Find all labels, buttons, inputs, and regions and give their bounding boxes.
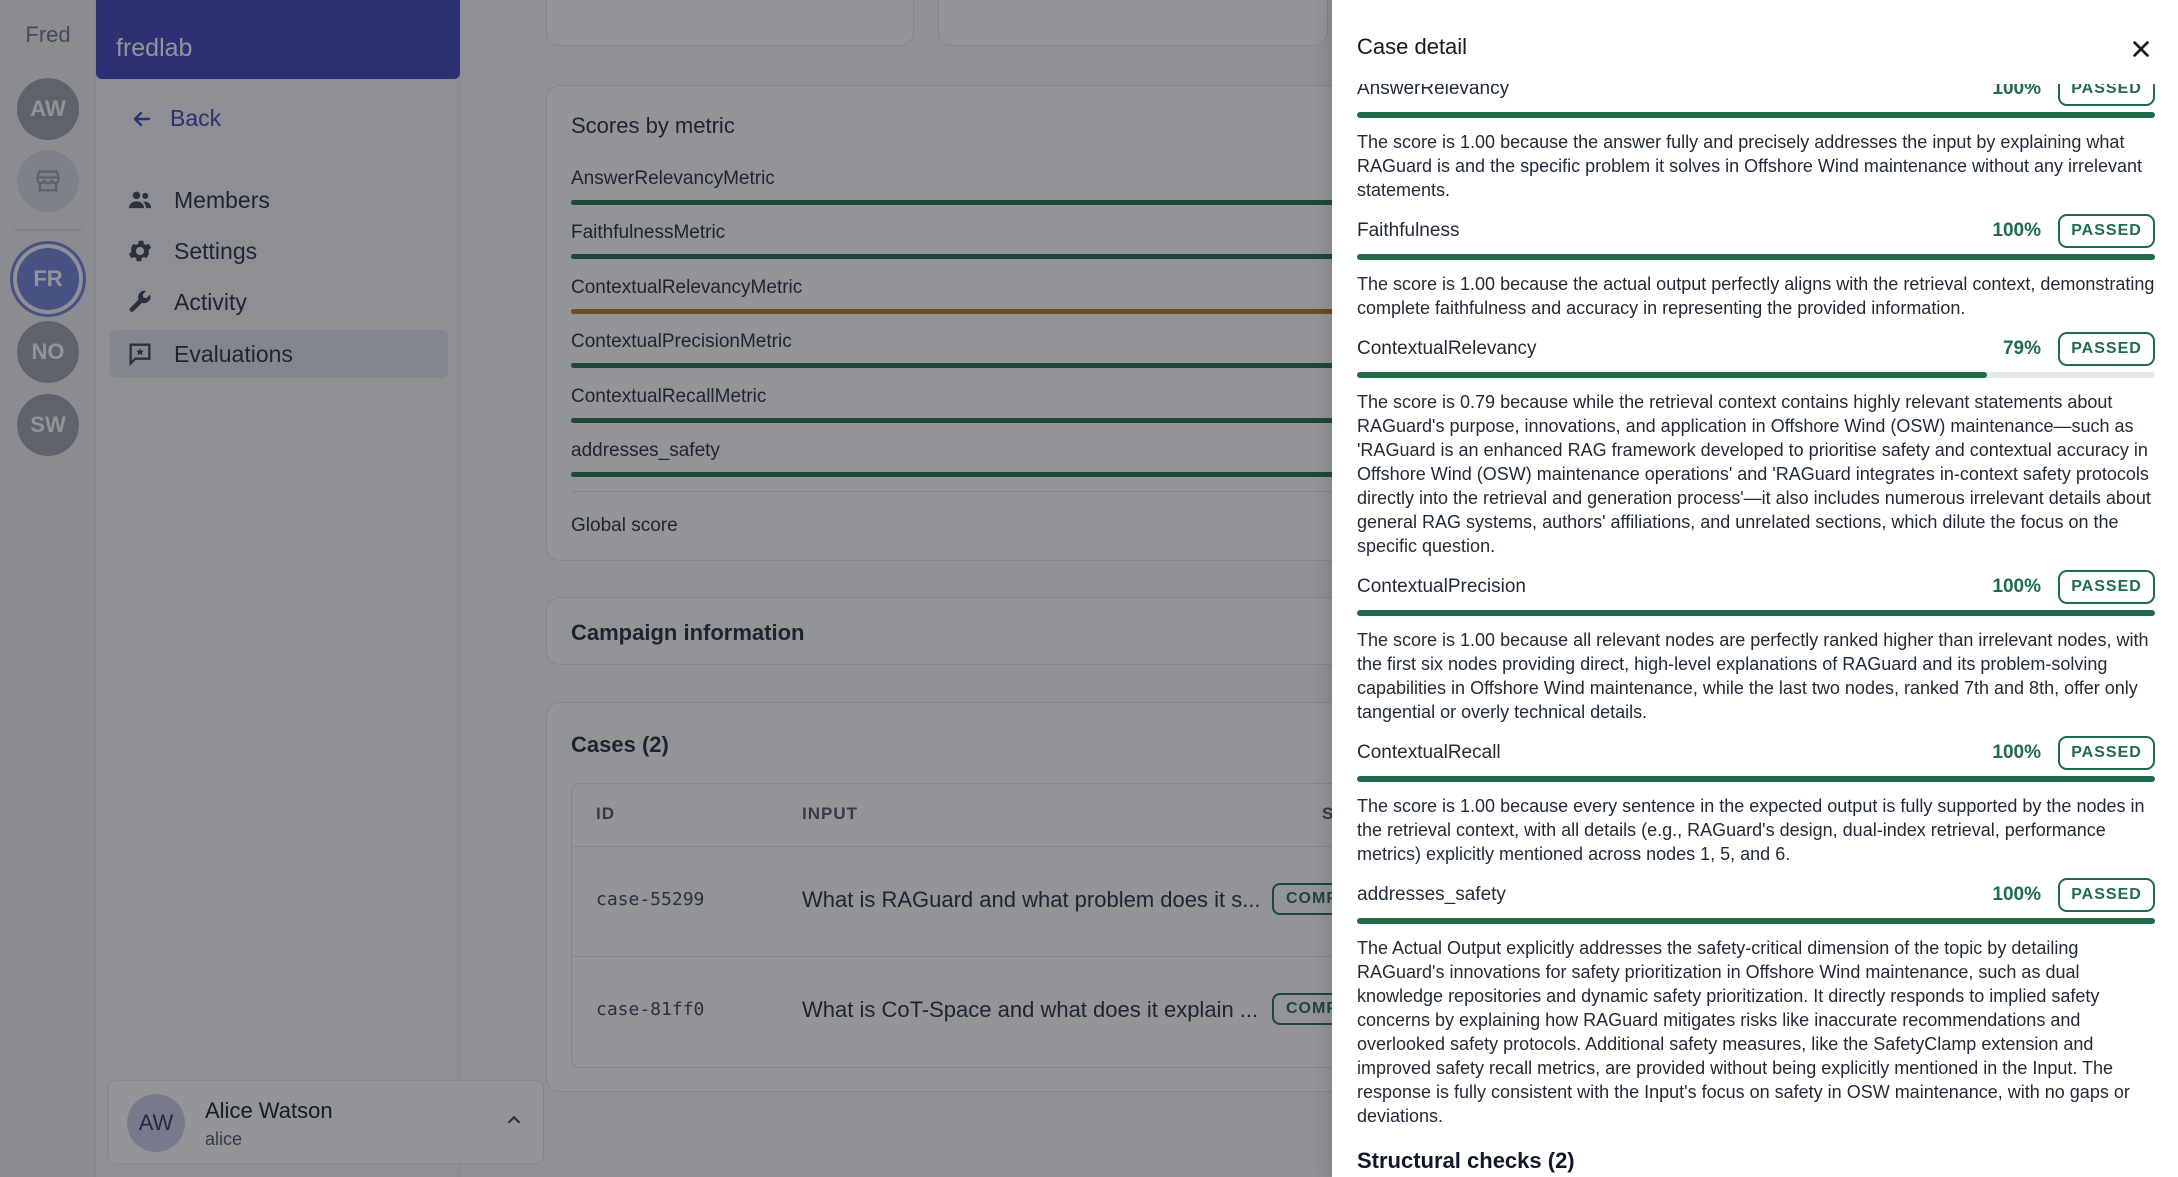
metric-result: ContextualRecall 100% PASSED The score i… <box>1357 736 2155 866</box>
score-fill <box>1357 254 2155 260</box>
drawer-header: Case detail <box>1332 0 2178 84</box>
passed-badge: PASSED <box>2058 214 2155 248</box>
score-fill <box>1357 776 2155 782</box>
close-icon <box>2133 41 2149 57</box>
score-track <box>1357 372 2155 378</box>
metric-name: ContextualRecall <box>1357 742 1501 763</box>
score-fill <box>1357 918 2155 924</box>
metric-result: Faithfulness 100% PASSED The score is 1.… <box>1357 214 2155 320</box>
metric-percent: 100% <box>1992 884 2041 905</box>
metric-reason: The score is 1.00 because the answer ful… <box>1357 132 2143 200</box>
metric-name: ContextualPrecision <box>1357 576 1526 597</box>
drawer-title: Case detail <box>1357 34 1468 59</box>
passed-badge: PASSED <box>2058 570 2155 604</box>
metric-reason: The score is 1.00 because all relevant n… <box>1357 630 2149 722</box>
score-track <box>1357 918 2155 924</box>
score-track <box>1357 776 2155 782</box>
metric-percent: 100% <box>1992 742 2041 763</box>
passed-badge: PASSED <box>2058 878 2155 912</box>
metric-name: ContextualRelevancy <box>1357 338 1537 359</box>
score-fill <box>1357 112 2155 118</box>
metric-result: ContextualPrecision 100% PASSED The scor… <box>1357 570 2155 724</box>
passed-badge: PASSED <box>2058 332 2155 366</box>
metric-reason: The score is 0.79 because while the retr… <box>1357 392 2151 556</box>
metric-percent: 100% <box>1992 576 2041 597</box>
score-fill <box>1357 372 1988 378</box>
metric-name: Faithfulness <box>1357 220 1460 241</box>
case-detail-drawer: Case detail AnswerRelevancy 100% PASSED … <box>1332 0 2178 1177</box>
metric-result: ContextualRelevancy 79% PASSED The score… <box>1357 332 2155 558</box>
metric-percent: 100% <box>1992 220 2041 241</box>
score-track <box>1357 610 2155 616</box>
metric-name: addresses_safety <box>1357 884 1506 905</box>
score-track <box>1357 254 2155 260</box>
metric-result: addresses_safety 100% PASSED The Actual … <box>1357 878 2155 1128</box>
close-button[interactable] <box>2126 34 2156 64</box>
metric-reason: The Actual Output explicitly addresses t… <box>1357 938 2130 1126</box>
score-track <box>1357 112 2155 118</box>
metric-reason: The score is 1.00 because the actual out… <box>1357 274 2155 318</box>
metric-result: AnswerRelevancy 100% PASSED The score is… <box>1357 72 2155 202</box>
structural-checks-title: Structural checks (2) <box>1357 1148 1575 1173</box>
drawer-backdrop[interactable] <box>0 0 1332 1177</box>
passed-badge: PASSED <box>2058 736 2155 770</box>
metric-reason: The score is 1.00 because every sentence… <box>1357 796 2145 864</box>
score-fill <box>1357 610 2155 616</box>
metric-percent: 79% <box>2002 338 2041 359</box>
